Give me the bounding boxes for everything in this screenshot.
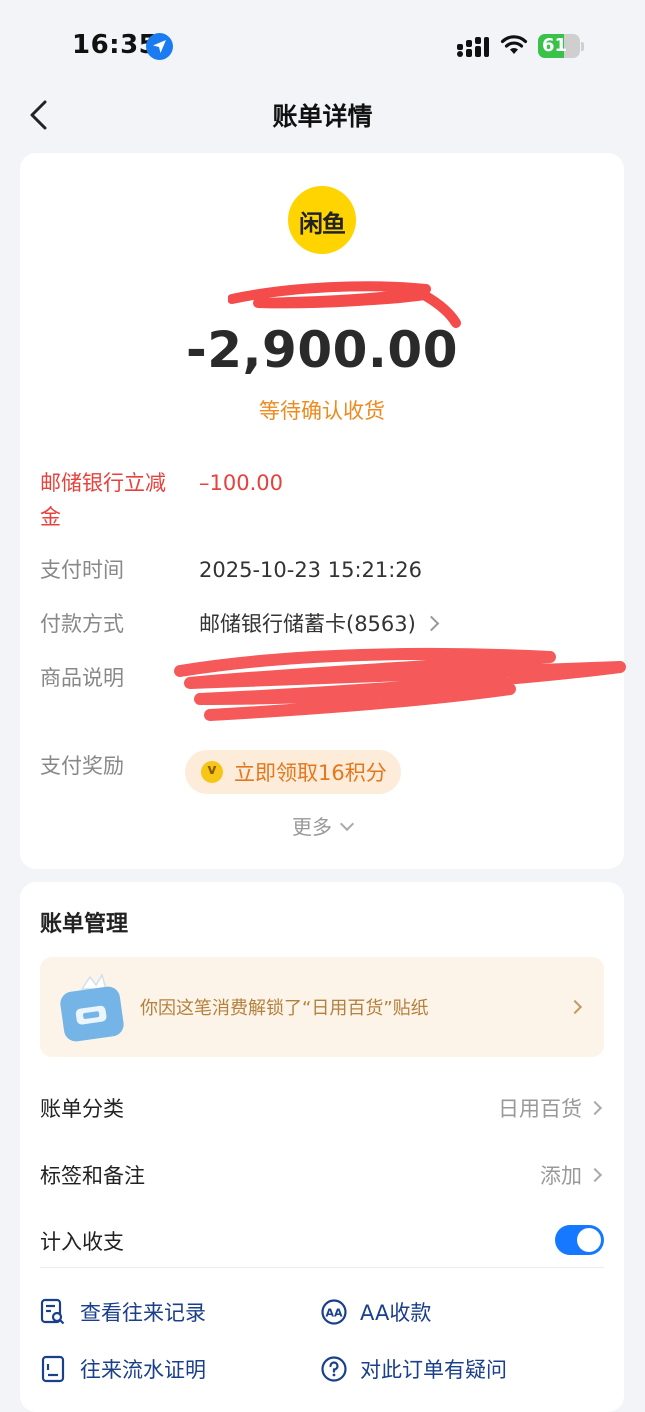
more-label: 更多 (292, 815, 332, 839)
view-history-label: 查看往来记录 (80, 1301, 206, 1325)
pay-method-row[interactable]: 邮储银行储蓄卡(8563) (199, 607, 440, 641)
tags-notes-row[interactable]: 标签和备注 添加 (40, 1150, 604, 1200)
pay-method-label: 付款方式 (40, 612, 124, 636)
redaction-scribble-icon (174, 647, 626, 721)
include-income-row: 计入收支 (40, 1216, 604, 1266)
bill-category-value: 日用百货 (498, 1097, 582, 1121)
cellular-signal-icon (457, 37, 489, 57)
chevron-right-icon (587, 1100, 603, 1116)
bill-management-card: 账单管理 你因这笔消费解锁了“日用百货”贴纸 账单分类 日用百货 标签和备注 添… (20, 882, 624, 1412)
order-status: 等待确认收货 (259, 399, 385, 423)
svg-text:AA: AA (325, 1307, 343, 1320)
battery-level: 61 (542, 35, 568, 56)
include-income-label: 计入收支 (40, 1230, 124, 1254)
question-circle-icon (321, 1356, 347, 1382)
pay-method-value: 邮储银行储蓄卡(8563) (199, 612, 416, 636)
toggle-knob (577, 1228, 601, 1252)
chevron-down-icon (339, 816, 355, 832)
battery-icon: 61 (538, 34, 580, 58)
status-bar: 16:35 61 (0, 0, 645, 96)
pay-time-label: 支付时间 (40, 558, 124, 582)
tags-notes-value: 添加 (540, 1164, 582, 1188)
claim-points-label: 立即领取16积分 (234, 761, 387, 785)
discount-value: –100.00 (199, 471, 283, 495)
bill-detail-card: 闲鱼 -2,900.00 等待确认收货 邮储银行立减金 –100.00 支付时间… (20, 153, 626, 869)
coin-icon: v (201, 761, 223, 783)
more-button[interactable]: 更多 (20, 811, 624, 840)
flow-proof-label: 往来流水证明 (80, 1358, 206, 1382)
tissue-box-icon (60, 973, 124, 1042)
merchant-logo-text: 闲鱼 (299, 210, 346, 238)
status-time: 16:35 (72, 30, 158, 60)
divider (40, 1267, 604, 1268)
product-label: 商品说明 (40, 666, 124, 690)
sticker-banner[interactable]: 你因这笔消费解锁了“日用百货”贴纸 (40, 957, 604, 1057)
discount-label: 邮储银行立减金 (40, 471, 166, 529)
wifi-icon (500, 35, 528, 54)
bill-amount: -2,900.00 (186, 321, 458, 379)
merchant-logo: 闲鱼 (288, 186, 356, 254)
aa-collect-label: AA收款 (360, 1301, 432, 1325)
chevron-right-icon (423, 615, 440, 632)
chevron-right-icon (567, 999, 583, 1015)
chevron-right-icon (587, 1167, 603, 1183)
section-title: 账单管理 (40, 912, 129, 937)
document-icon (41, 1355, 65, 1383)
location-arrow-icon (146, 33, 173, 60)
bill-category-label: 账单分类 (40, 1097, 124, 1121)
sticker-banner-text: 你因这笔消费解锁了“日用百货”贴纸 (140, 998, 429, 1019)
reward-label: 支付奖励 (40, 754, 124, 778)
aa-circle-icon: AA (321, 1299, 347, 1325)
tags-notes-label: 标签和备注 (40, 1164, 145, 1188)
pay-time-value: 2025-10-23 15:21:26 (199, 558, 423, 582)
order-question-label: 对此订单有疑问 (360, 1358, 507, 1382)
bill-category-row[interactable]: 账单分类 日用百货 (40, 1083, 604, 1133)
claim-points-button[interactable]: v 立即领取16积分 (185, 750, 401, 794)
battery-cap (581, 42, 584, 51)
document-search-icon (40, 1298, 65, 1325)
include-income-toggle[interactable] (555, 1225, 604, 1255)
page-title: 账单详情 (272, 102, 373, 131)
